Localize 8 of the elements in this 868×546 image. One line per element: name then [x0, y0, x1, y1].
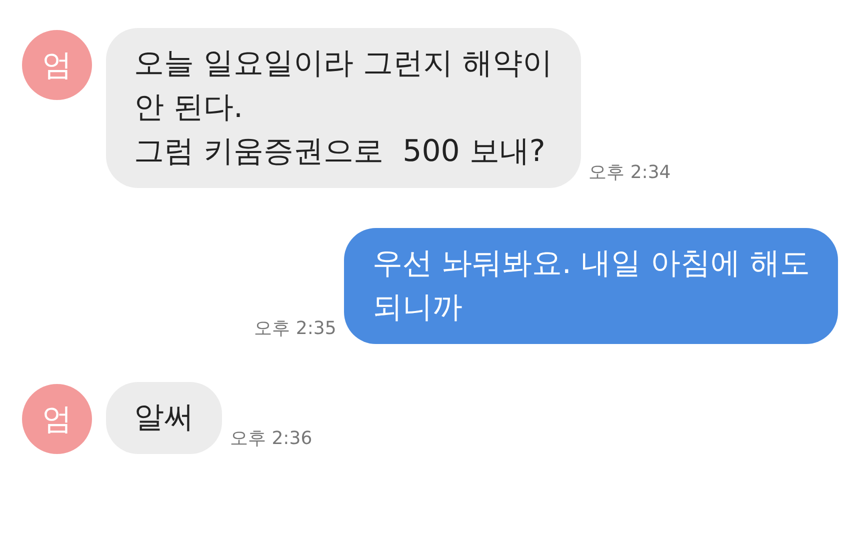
avatar: 엄	[22, 30, 92, 100]
message-bubble: 우선 놔둬봐요. 내일 아침에 해도 되니까	[344, 228, 838, 344]
message-time: 오후 2:34	[588, 161, 671, 184]
message-bubble: 알써	[106, 382, 222, 454]
avatar: 엄	[22, 384, 92, 454]
message-time: 오후 2:36	[230, 427, 312, 450]
message-time: 오후 2:35	[254, 317, 336, 340]
message-bubble: 오늘 일요일이라 그런지 해약이 안 된다. 그럼 키움증권으로 500 보내?	[106, 28, 581, 188]
